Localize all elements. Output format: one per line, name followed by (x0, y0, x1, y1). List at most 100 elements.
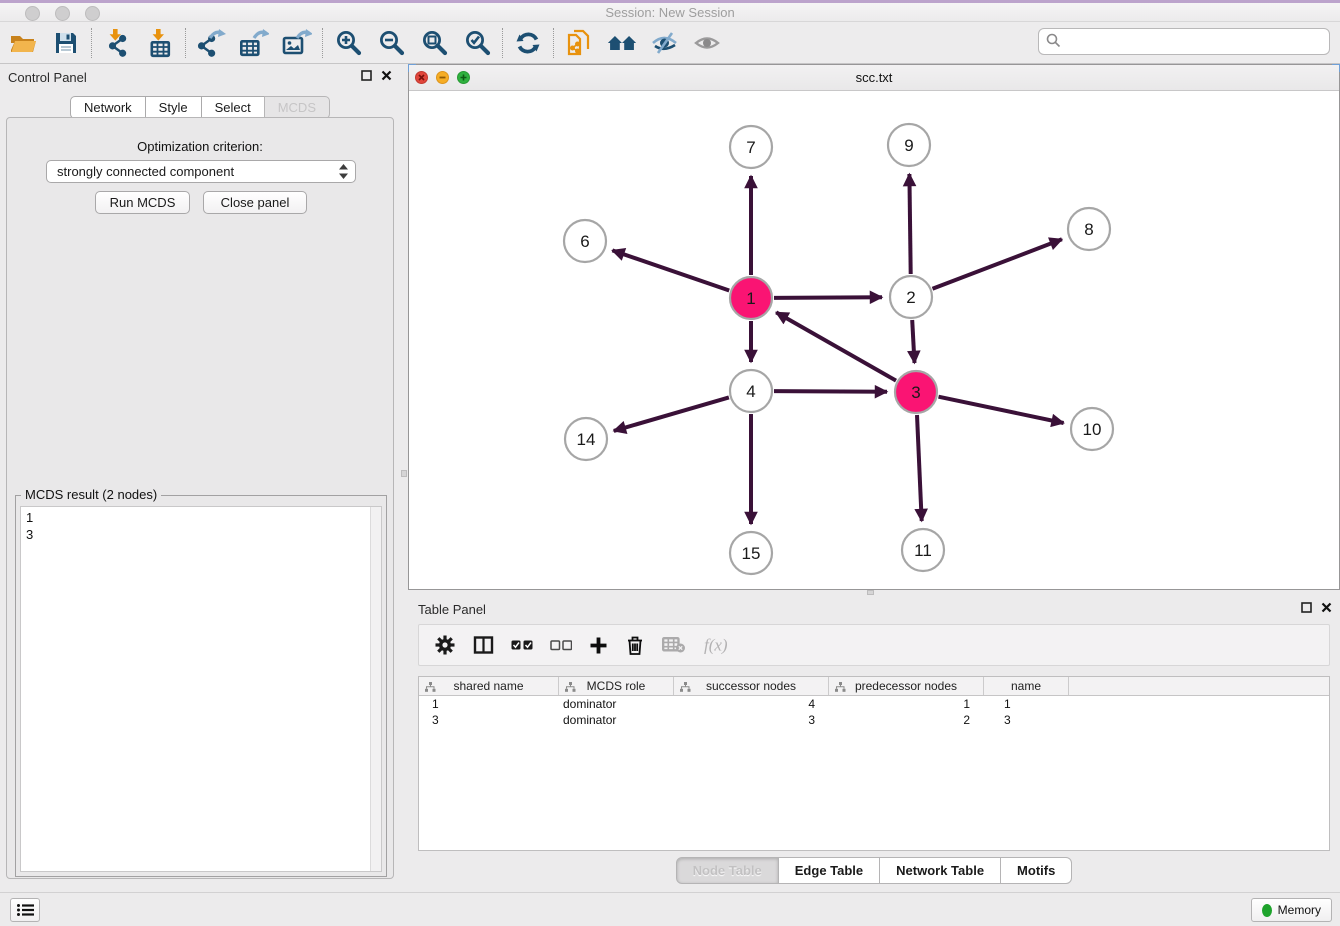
vertical-splitter[interactable] (400, 64, 408, 886)
column-header-predecessor-nodes[interactable]: predecessor nodes (829, 677, 984, 695)
table-panel-tabs: Node TableEdge TableNetwork TableMotifs (408, 857, 1340, 884)
close-panel-icon[interactable] (381, 70, 392, 81)
result-scrollbar[interactable] (370, 507, 381, 871)
edge-1-6[interactable] (612, 250, 729, 290)
edge-3-10[interactable] (939, 397, 1064, 423)
close-panel-icon[interactable] (1321, 602, 1332, 613)
table-row[interactable]: 1dominator411 (419, 696, 1329, 712)
column-edit-icon (680, 681, 691, 695)
table-cell[interactable]: 3 (674, 712, 829, 728)
edge-2-9[interactable] (909, 174, 910, 274)
tab-motifs[interactable]: Motifs (1000, 857, 1072, 884)
toolbar-separator (185, 28, 186, 58)
search-input[interactable] (1066, 31, 1329, 53)
graph-node-8[interactable]: 8 (1068, 208, 1110, 250)
toolbar-group (333, 28, 492, 58)
column-header-shared-name[interactable]: shared name (419, 677, 559, 695)
tab-mcds[interactable]: MCDS (264, 96, 330, 119)
run-mcds-button[interactable]: Run MCDS (95, 191, 190, 214)
column-header-name[interactable]: name (984, 677, 1069, 695)
optimization-criterion-select[interactable]: strongly connected component (46, 160, 356, 183)
network-graph-canvas[interactable]: 1 2 3 4 6 7 8 9 10 11 14 15 (409, 91, 1339, 589)
delete-column-icon[interactable] (625, 635, 645, 656)
export-image-icon[interactable] (282, 28, 312, 58)
vertical-splitter-handle[interactable] (401, 470, 407, 477)
edge-1-2[interactable] (774, 297, 882, 298)
open-session-icon[interactable] (8, 28, 38, 58)
table-cell[interactable]: 1 (984, 696, 1069, 712)
table-cell[interactable]: dominator (559, 712, 674, 728)
column-header-successor-nodes[interactable]: successor nodes (674, 677, 829, 695)
add-column-icon[interactable] (589, 636, 608, 655)
tab-select[interactable]: Select (201, 96, 265, 119)
graph-node-1[interactable]: 1 (730, 277, 772, 319)
table-cell[interactable]: dominator (559, 696, 674, 712)
table-cell[interactable]: 3 (984, 712, 1069, 728)
toolbar-group (513, 28, 543, 58)
toolbar-separator (91, 28, 92, 58)
graph-node-4[interactable]: 4 (730, 370, 772, 412)
save-session-icon[interactable] (51, 28, 81, 58)
dropdown-stepper-icon (338, 163, 349, 180)
export-table-icon[interactable] (239, 28, 269, 58)
table-cell[interactable]: 1 (419, 696, 559, 712)
tab-edge-table[interactable]: Edge Table (778, 857, 880, 884)
column-header-label: predecessor nodes (855, 679, 957, 693)
tab-network[interactable]: Network (70, 96, 146, 119)
window-titlebar: Session: New Session (0, 3, 1340, 22)
table-cell[interactable]: 1 (829, 696, 984, 712)
table-cell[interactable]: 3 (419, 712, 559, 728)
table-row[interactable]: 3dominator323 (419, 712, 1329, 728)
memory-label: Memory (1278, 903, 1321, 917)
hide-panels-icon[interactable] (650, 28, 680, 58)
tab-style[interactable]: Style (145, 96, 202, 119)
graph-node-2[interactable]: 2 (890, 276, 932, 318)
tab-network-table[interactable]: Network Table (879, 857, 1001, 884)
edge-2-3[interactable] (912, 320, 914, 363)
graph-node-11[interactable]: 11 (902, 529, 944, 571)
select-all-columns-icon[interactable] (511, 639, 533, 651)
network-view-window: scc.txt 1 2 3 4 6 7 8 9 10 11 14 15 (408, 64, 1340, 590)
float-panel-icon[interactable] (1301, 602, 1312, 613)
edge-3-1[interactable] (776, 312, 896, 380)
graph-node-3[interactable]: 3 (895, 371, 937, 413)
deselect-all-columns-icon[interactable] (550, 639, 572, 651)
import-table-icon[interactable] (145, 28, 175, 58)
tab-node-table[interactable]: Node Table (676, 857, 779, 884)
new-network-from-selection-icon[interactable] (564, 28, 594, 58)
edge-2-8[interactable] (933, 239, 1062, 288)
table-cell[interactable]: 2 (829, 712, 984, 728)
graph-node-14[interactable]: 14 (565, 418, 607, 460)
edge-4-14[interactable] (614, 397, 729, 431)
function-builder-icon: f(x) (703, 635, 735, 655)
mcds-result-textarea[interactable]: 1 3 (20, 506, 382, 872)
import-network-icon[interactable] (102, 28, 132, 58)
task-history-button[interactable] (10, 898, 40, 922)
zoom-out-icon[interactable] (376, 28, 406, 58)
refresh-icon[interactable] (513, 28, 543, 58)
close-panel-button[interactable]: Close panel (203, 191, 307, 214)
settings-icon[interactable] (434, 634, 456, 656)
search-box[interactable] (1038, 28, 1330, 55)
graph-node-15[interactable]: 15 (730, 532, 772, 574)
zoom-fit-icon[interactable] (419, 28, 449, 58)
memory-button[interactable]: Memory (1251, 898, 1332, 922)
edge-4-3[interactable] (774, 391, 887, 392)
zoom-selected-icon[interactable] (462, 28, 492, 58)
column-header-MCDS-role[interactable]: MCDS role (559, 677, 674, 695)
graph-node-6[interactable]: 6 (564, 220, 606, 262)
split-view-icon[interactable] (473, 635, 494, 655)
graph-node-9[interactable]: 9 (888, 124, 930, 166)
horizontal-splitter-handle[interactable] (867, 590, 874, 595)
graph-node-10[interactable]: 10 (1071, 408, 1113, 450)
graph-node-7[interactable]: 7 (730, 126, 772, 168)
float-panel-icon[interactable] (361, 70, 372, 81)
table-panel-header: Table Panel (408, 596, 1340, 622)
table-cell[interactable]: 4 (674, 696, 829, 712)
network-window-titlebar: scc.txt (409, 65, 1339, 91)
export-network-icon[interactable] (196, 28, 226, 58)
table-toolbar: f(x) (418, 624, 1330, 666)
edge-3-11[interactable] (917, 415, 922, 521)
home-icon[interactable] (607, 28, 637, 58)
zoom-in-icon[interactable] (333, 28, 363, 58)
